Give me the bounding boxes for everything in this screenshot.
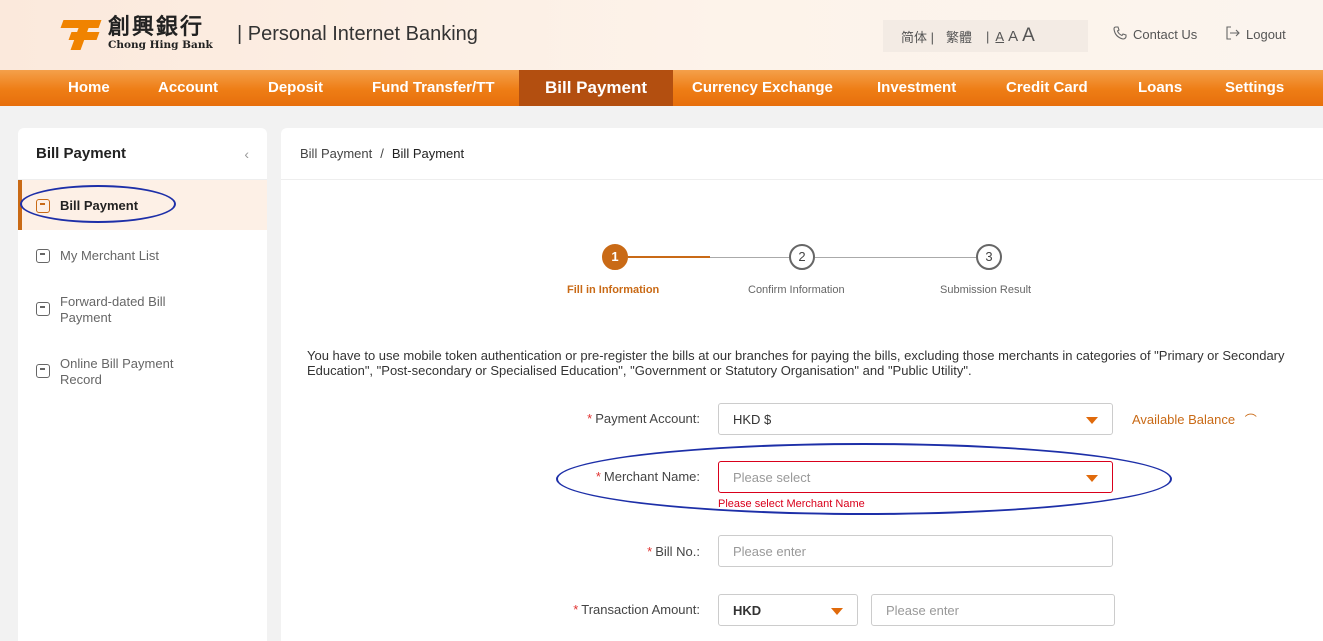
main-navigation: Home Account Deposit Fund Transfer/TT Bi…	[0, 70, 1323, 106]
merchant-name-placeholder: Please select	[733, 469, 811, 485]
step-2-indicator: 2	[789, 244, 815, 270]
merchant-list-icon	[36, 249, 50, 263]
sidebar: Bill Payment ‹ Bill Payment My Merchant …	[18, 128, 267, 641]
step-3-label: Submission Result	[940, 284, 1032, 296]
nav-home[interactable]: Home	[68, 70, 110, 106]
logout-label: Logout	[1246, 27, 1286, 42]
step-1-indicator: 1	[602, 244, 628, 270]
step-3-indicator: 3	[976, 244, 1002, 270]
bank-name-english: Chong Hing Bank	[108, 39, 213, 51]
chevron-down-icon	[1086, 475, 1098, 482]
available-balance-toggle[interactable]: Available Balance ⌒	[1132, 411, 1257, 428]
step-connector-1	[628, 256, 710, 258]
contact-us-label: Contact Us	[1133, 27, 1198, 42]
font-size-large-button[interactable]: A	[1022, 25, 1035, 47]
record-icon	[36, 364, 50, 378]
breadcrumb-parent[interactable]: Bill Payment	[300, 146, 372, 161]
lang-traditional-link[interactable]: 繁體	[946, 27, 972, 46]
portal-title: | Personal Internet Banking	[237, 23, 478, 45]
bill-no-input[interactable]: Please enter	[718, 535, 1113, 567]
top-header: 創興銀行 Chong Hing Bank | Personal Internet…	[0, 0, 1323, 70]
currency-value: HKD	[733, 602, 762, 618]
nav-fund-transfer[interactable]: Fund Transfer/TT	[372, 70, 495, 106]
chevron-down-icon	[831, 608, 843, 615]
step-1-label: Fill in Information	[567, 284, 660, 296]
lang-simplified-link[interactable]: 简体 |	[901, 27, 934, 46]
payment-account-label: * Payment Account:	[587, 411, 700, 426]
payment-account-value: HKD $	[733, 411, 772, 427]
nav-currency-exchange[interactable]: Currency Exchange	[692, 70, 833, 106]
contact-us-link[interactable]: Contact Us	[1113, 26, 1197, 43]
bill-no-placeholder: Please enter	[733, 543, 806, 559]
chevron-left-icon[interactable]: ‹	[244, 146, 249, 162]
transaction-amount-placeholder: Please enter	[886, 602, 959, 618]
breadcrumb-separator: /	[380, 146, 384, 161]
merchant-name-label: * Merchant Name:	[595, 469, 700, 484]
sidebar-item-payment-record[interactable]: Online Bill Payment Record	[18, 356, 267, 396]
step-2-label: Confirm Information	[748, 284, 845, 296]
step-connector-2	[815, 257, 976, 258]
chevron-down-icon	[1086, 417, 1098, 424]
language-font-switcher: 简体 | 繁體 | A A A	[883, 20, 1088, 52]
nav-bill-payment[interactable]: Bill Payment	[519, 70, 674, 106]
eye-closed-icon: ⌒	[1244, 413, 1257, 427]
bill-no-label: * Bill No.:	[647, 544, 700, 559]
logout-link[interactable]: Logout	[1226, 26, 1286, 43]
mobile-token-notice: You have to use mobile token authenticat…	[307, 348, 1285, 378]
breadcrumb: Bill Payment / Bill Payment	[281, 128, 1323, 180]
nav-settings[interactable]: Settings	[1225, 70, 1284, 106]
sidebar-item-bill-payment[interactable]: Bill Payment	[18, 180, 267, 230]
sidebar-title: Bill Payment	[36, 145, 127, 162]
currency-select[interactable]: HKD	[718, 594, 858, 626]
font-size-medium-button[interactable]: A	[1008, 28, 1018, 45]
sidebar-item-label: Online Bill Payment Record	[60, 356, 174, 387]
sidebar-item-label: Forward-dated Bill Payment	[60, 294, 166, 325]
transaction-amount-input[interactable]: Please enter	[871, 594, 1115, 626]
sidebar-item-forward-dated[interactable]: Forward-dated Bill Payment	[18, 294, 267, 334]
font-size-separator: |	[986, 28, 990, 44]
sidebar-item-label: Bill Payment	[60, 197, 139, 213]
nav-deposit[interactable]: Deposit	[268, 70, 323, 106]
bill-icon	[36, 198, 50, 213]
bank-name-chinese: 創興銀行	[108, 14, 205, 40]
nav-loans[interactable]: Loans	[1138, 70, 1182, 106]
bank-logo[interactable]: 創興銀行 Chong Hing Bank	[60, 14, 213, 51]
sidebar-header: Bill Payment ‹	[18, 128, 267, 180]
available-balance-label: Available Balance	[1132, 412, 1236, 427]
bank-logo-mark-icon	[60, 16, 102, 51]
sidebar-item-label: My Merchant List	[60, 248, 159, 263]
forward-dated-icon	[36, 302, 50, 316]
nav-credit-card[interactable]: Credit Card	[1006, 70, 1088, 106]
nav-investment[interactable]: Investment	[877, 70, 956, 106]
step-connector-1b	[710, 257, 790, 258]
sidebar-item-merchant-list[interactable]: My Merchant List	[18, 248, 267, 278]
payment-account-select[interactable]: HKD $	[718, 403, 1113, 435]
logout-icon	[1226, 26, 1240, 43]
nav-account[interactable]: Account	[158, 70, 218, 106]
font-size-small-button[interactable]: A	[995, 29, 1004, 44]
merchant-name-error: Please select Merchant Name	[718, 498, 865, 510]
phone-icon	[1113, 26, 1127, 43]
breadcrumb-current: Bill Payment	[391, 146, 465, 161]
transaction-amount-label: * Transaction Amount:	[573, 602, 700, 617]
merchant-name-select[interactable]: Please select	[718, 461, 1113, 493]
